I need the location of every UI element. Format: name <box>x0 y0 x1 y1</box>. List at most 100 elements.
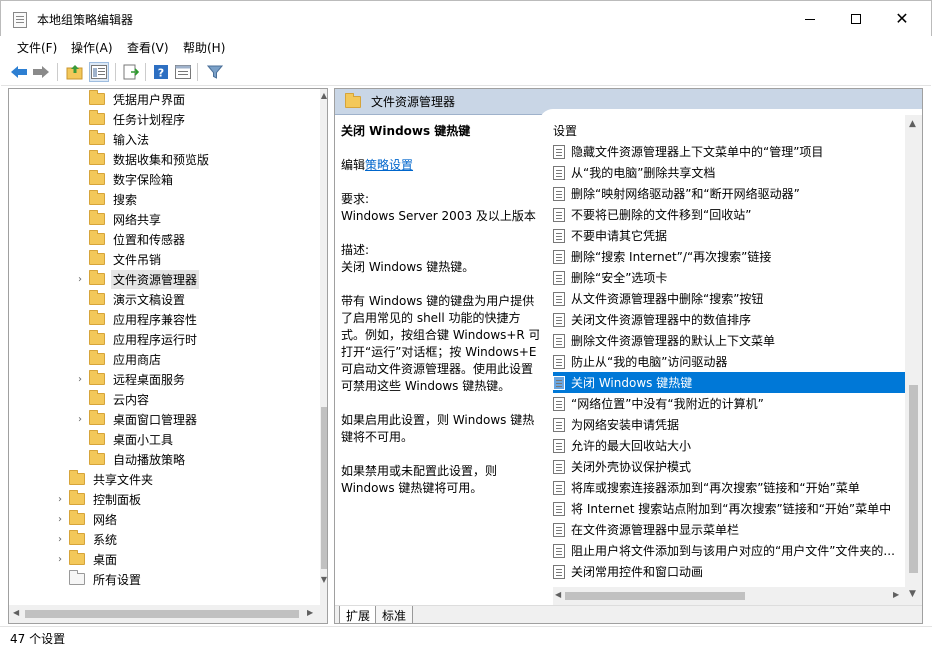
menu-action[interactable]: 操作(A) <box>71 39 113 56</box>
expand-chevron-icon[interactable]: › <box>55 554 65 565</box>
tree-item[interactable]: › 系统 <box>58 529 119 549</box>
tree-item-label: 桌面小工具 <box>113 432 174 447</box>
scroll-left-arrow-icon[interactable]: ◀ <box>13 608 19 617</box>
tree-item[interactable]: 自动播放策略 <box>89 449 187 469</box>
expand-chevron-icon[interactable]: › <box>75 274 85 285</box>
show-hide-tree-button[interactable] <box>89 62 109 82</box>
up-folder-button[interactable] <box>65 62 85 82</box>
tree-item[interactable]: › 桌面窗口管理器 <box>78 409 199 429</box>
close-button[interactable]: ✕ <box>879 1 925 37</box>
setting-row[interactable]: 为网络安装申请凭据 <box>553 414 905 435</box>
tree-item[interactable]: 演示文稿设置 <box>89 289 187 309</box>
tree-item[interactable]: 数字保险箱 <box>89 169 175 189</box>
setting-row[interactable]: 删除“映射网络驱动器”和“断开网络驱动器” <box>553 183 905 204</box>
policy-setting-icon <box>553 207 565 222</box>
expand-chevron-icon[interactable]: › <box>55 534 65 545</box>
tree-vertical-scrollbar[interactable]: ▲ ▼ <box>320 89 327 623</box>
setting-row[interactable]: 允许的最大回收站大小 <box>553 435 905 456</box>
expand-chevron-icon[interactable]: › <box>55 494 65 505</box>
setting-row[interactable]: 关闭 Windows 键热键 <box>553 372 905 393</box>
folder-icon <box>69 530 85 545</box>
setting-row[interactable]: 从“我的电脑”删除共享文档 <box>553 162 905 183</box>
setting-row[interactable]: 防止从“我的电脑”访问驱动器 <box>553 351 905 372</box>
scroll-thumb[interactable] <box>565 592 745 600</box>
setting-row[interactable]: 不要申请其它凭据 <box>553 225 905 246</box>
folder-icon <box>89 150 105 165</box>
help-button[interactable]: ? <box>151 62 171 82</box>
minimize-button[interactable] <box>787 1 833 37</box>
tree-item[interactable]: 应用程序运行时 <box>89 329 199 349</box>
tree-item[interactable]: 任务计划程序 <box>89 109 187 129</box>
tree-item[interactable]: › 控制面板 <box>58 489 143 509</box>
expand-chevron-icon[interactable]: › <box>55 514 65 525</box>
properties-icon <box>175 65 191 79</box>
maximize-button[interactable] <box>833 1 879 37</box>
tree-item[interactable]: 云内容 <box>89 389 151 409</box>
tree-item[interactable]: 桌面小工具 <box>89 429 175 449</box>
scroll-thumb[interactable] <box>25 610 299 618</box>
scroll-right-arrow-icon[interactable]: ▶ <box>307 608 313 617</box>
tree-item-label: 控制面板 <box>93 492 142 507</box>
setting-row[interactable]: 不要将已删除的文件移到“回收站” <box>553 204 905 225</box>
setting-row[interactable]: 删除文件资源管理器的默认上下文菜单 <box>553 330 905 351</box>
expand-chevron-icon[interactable]: › <box>75 374 85 385</box>
tree-item[interactable]: › 网络 <box>58 509 119 529</box>
tree-item[interactable]: 位置和传感器 <box>89 229 187 249</box>
tab-extended[interactable]: 扩展 <box>339 606 378 623</box>
setting-row[interactable]: 删除“搜索 Internet”/“再次搜索”链接 <box>553 246 905 267</box>
tree-item[interactable]: 搜索 <box>89 189 139 209</box>
tree-item[interactable]: 应用程序兼容性 <box>89 309 199 329</box>
setting-row[interactable]: 删除“安全”选项卡 <box>553 267 905 288</box>
close-icon: ✕ <box>895 9 909 28</box>
setting-row[interactable]: 将 Internet 搜索站点附加到“再次搜索”链接和“开始”菜单中 <box>553 498 905 519</box>
scroll-thumb[interactable] <box>909 385 918 573</box>
export-list-button[interactable] <box>121 62 141 82</box>
setting-row[interactable]: 关闭常用控件和窗口动画 <box>553 561 905 582</box>
filter-button[interactable] <box>205 62 225 82</box>
tree-item[interactable]: 应用商店 <box>89 349 163 369</box>
setting-row[interactable]: 关闭文件资源管理器中的数值排序 <box>553 309 905 330</box>
setting-row[interactable]: 关闭外壳协议保护模式 <box>553 456 905 477</box>
expand-chevron-icon[interactable]: › <box>75 414 85 425</box>
tab-standard[interactable]: 标准 <box>375 606 414 623</box>
tree-item[interactable]: 网络共享 <box>89 209 163 229</box>
scroll-up-arrow-icon[interactable]: ▲ <box>909 119 916 129</box>
tree-horizontal-scrollbar[interactable]: ◀ ▶ <box>9 605 320 623</box>
scroll-right-arrow-icon[interactable]: ▶ <box>893 590 899 599</box>
settings-horizontal-scrollbar[interactable]: ◀ ▶ <box>553 587 905 605</box>
settings-vertical-scrollbar[interactable]: ▲ ▼ <box>905 115 922 605</box>
scroll-down-arrow-icon[interactable]: ▼ <box>320 575 327 584</box>
setting-label: “网络位置”中没有“我附近的计算机” <box>571 397 764 411</box>
setting-row[interactable]: 隐藏文件资源管理器上下文菜单中的“管理”项目 <box>553 141 905 162</box>
forward-button[interactable] <box>31 62 51 82</box>
back-button[interactable] <box>9 62 29 82</box>
tree-item[interactable]: 数据收集和预览版 <box>89 149 211 169</box>
tree-item[interactable]: › 文件资源管理器 <box>78 269 200 289</box>
menu-file[interactable]: 文件(F) <box>17 39 57 56</box>
menu-help[interactable]: 帮助(H) <box>183 39 225 56</box>
settings-column-header[interactable]: 设置 <box>553 122 577 139</box>
tree-item[interactable]: 所有设置 <box>69 569 143 589</box>
setting-row[interactable]: 从文件资源管理器中删除“搜索”按钮 <box>553 288 905 309</box>
tree-item[interactable]: › 远程桌面服务 <box>78 369 187 389</box>
scroll-thumb[interactable] <box>321 407 327 569</box>
tree-item[interactable]: › 桌面 <box>58 549 119 569</box>
view-tabs: 扩展 标准 <box>335 605 922 623</box>
scroll-down-arrow-icon[interactable]: ▼ <box>909 589 916 599</box>
properties-button[interactable] <box>173 62 193 82</box>
edit-policy-link[interactable]: 策略设置 <box>365 158 413 172</box>
scroll-up-arrow-icon[interactable]: ▲ <box>320 91 327 100</box>
setting-row[interactable]: “网络位置”中没有“我附近的计算机” <box>553 393 905 414</box>
setting-row[interactable]: 将库或搜索连接器添加到“再次搜索”链接和“开始”菜单 <box>553 477 905 498</box>
tree-item[interactable]: 共享文件夹 <box>69 469 155 489</box>
requirements-label: 要求: <box>341 192 370 206</box>
setting-row[interactable]: 在文件资源管理器中显示菜单栏 <box>553 519 905 540</box>
tree-item[interactable]: 输入法 <box>89 129 151 149</box>
tree-item[interactable]: 文件吊销 <box>89 249 163 269</box>
menu-view[interactable]: 查看(V) <box>127 39 169 56</box>
tree-item[interactable]: 凭据用户界面 <box>89 89 187 109</box>
setting-row[interactable]: 阻止用户将文件添加到与该用户对应的“用户文件”文件夹的... <box>553 540 905 561</box>
scroll-left-arrow-icon[interactable]: ◀ <box>555 590 561 599</box>
svg-text:?: ? <box>158 67 164 80</box>
policy-setting-icon <box>553 564 565 579</box>
